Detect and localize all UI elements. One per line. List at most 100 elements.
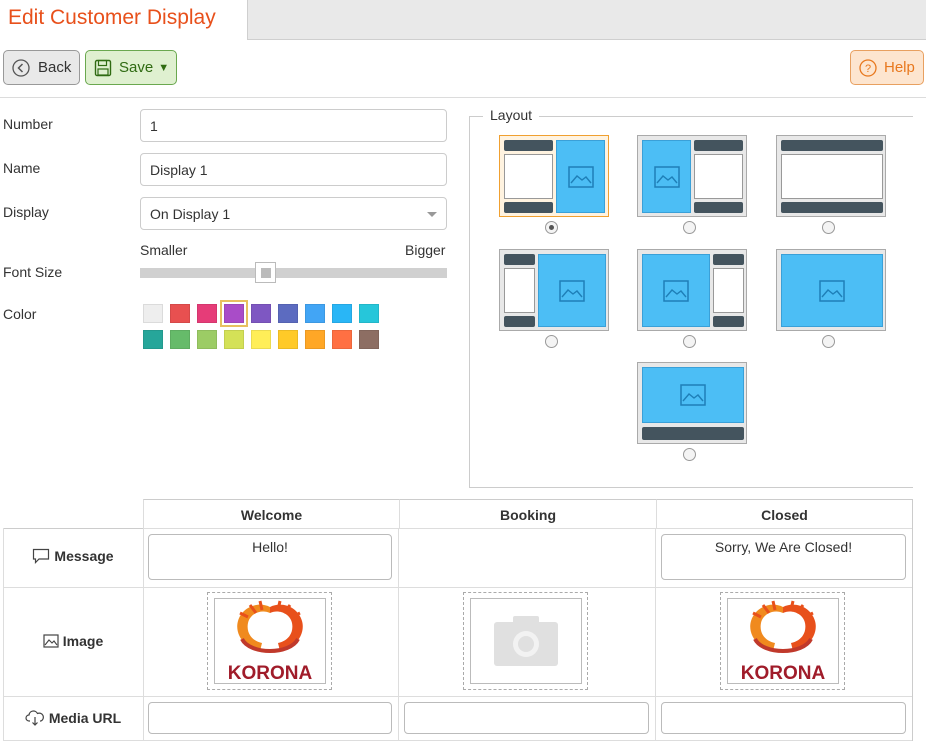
media-url-input-booking[interactable] xyxy=(404,702,649,734)
image-drop-welcome[interactable]: KORONA xyxy=(207,592,332,690)
color-swatch[interactable] xyxy=(251,304,271,323)
number-label: Number xyxy=(3,116,53,132)
image-drop-closed[interactable]: KORONA xyxy=(720,592,845,690)
save-label: Save xyxy=(119,59,154,76)
bar-area xyxy=(713,316,744,327)
layout-option[interactable] xyxy=(499,249,609,331)
color-swatch[interactable] xyxy=(170,304,190,323)
layout-option[interactable] xyxy=(499,135,609,217)
column-header-booking: Booking xyxy=(399,499,656,529)
question-circle-icon: ? xyxy=(859,58,877,77)
media-area xyxy=(556,140,605,213)
layout-radio[interactable] xyxy=(683,335,696,348)
color-swatch[interactable] xyxy=(305,304,325,323)
number-input[interactable]: 1 xyxy=(140,109,447,142)
picture-icon xyxy=(653,165,680,188)
color-swatch[interactable] xyxy=(359,330,379,349)
message-input-closed[interactable]: Sorry, We Are Closed! xyxy=(661,534,906,580)
media-url-input-welcome[interactable] xyxy=(148,702,392,734)
column-header-welcome: Welcome xyxy=(143,499,399,529)
media-area xyxy=(642,254,710,327)
korona-logo: KORONA xyxy=(214,598,326,684)
bar-area xyxy=(713,254,744,265)
text-area xyxy=(713,268,744,313)
media-area xyxy=(642,140,691,213)
name-input[interactable]: Display 1 xyxy=(140,153,447,186)
layout-radio[interactable] xyxy=(822,335,835,348)
cloud-download-icon xyxy=(25,710,45,726)
bar-area xyxy=(642,427,744,440)
color-swatch[interactable] xyxy=(220,300,248,327)
layout-option[interactable] xyxy=(637,362,747,444)
bar-area xyxy=(694,202,743,213)
color-label: Color xyxy=(3,306,37,322)
svg-text:KORONA: KORONA xyxy=(228,663,313,683)
color-swatch[interactable] xyxy=(197,304,217,323)
layout-option[interactable] xyxy=(637,135,747,217)
layout-radio[interactable] xyxy=(822,221,835,234)
color-swatch[interactable] xyxy=(224,330,244,349)
chevron-down-icon[interactable]: ▼ xyxy=(158,62,169,74)
dropdown-arrow-icon xyxy=(427,212,437,217)
color-swatch[interactable] xyxy=(305,330,325,349)
color-swatch[interactable] xyxy=(278,330,298,349)
save-button[interactable]: Save ▼ xyxy=(85,50,177,85)
color-swatch[interactable] xyxy=(197,330,217,349)
color-swatch[interactable] xyxy=(143,304,163,323)
svg-text:KORONA: KORONA xyxy=(741,663,826,683)
media-url-input-closed[interactable] xyxy=(661,702,906,734)
text-area xyxy=(504,154,553,199)
back-button[interactable]: Back xyxy=(3,50,80,85)
bar-area xyxy=(504,316,535,327)
color-swatch[interactable] xyxy=(278,304,298,323)
picture-icon xyxy=(559,279,585,302)
layout-radio[interactable] xyxy=(683,221,696,234)
display-select[interactable]: On Display 1 xyxy=(140,197,447,230)
media-area xyxy=(538,254,606,327)
help-button[interactable]: ? Help xyxy=(850,50,924,85)
help-label: Help xyxy=(884,59,915,76)
picture-icon xyxy=(680,384,706,406)
color-swatch[interactable] xyxy=(332,330,352,349)
color-swatch[interactable] xyxy=(143,330,163,349)
bar-area xyxy=(504,140,553,151)
message-input-welcome[interactable]: Hello! xyxy=(148,534,392,580)
bar-area xyxy=(781,140,883,151)
svg-text:?: ? xyxy=(865,63,871,75)
layout-radio[interactable] xyxy=(545,335,558,348)
media-area xyxy=(642,367,744,423)
row-label-media-url: Media URL xyxy=(3,702,143,734)
tab-edit-customer-display[interactable]: Edit Customer Display xyxy=(0,0,248,40)
color-swatch[interactable] xyxy=(170,330,190,349)
speech-bubble-icon xyxy=(32,548,50,564)
layout-option[interactable] xyxy=(776,135,886,217)
layout-option[interactable] xyxy=(637,249,747,331)
back-label: Back xyxy=(38,59,72,76)
text-area xyxy=(504,268,535,313)
media-area xyxy=(781,254,883,327)
image-drop-booking[interactable] xyxy=(463,592,588,690)
text-area xyxy=(694,154,743,199)
camera-placeholder-icon xyxy=(470,598,582,684)
layout-title: Layout xyxy=(490,107,533,123)
name-label: Name xyxy=(3,160,41,176)
color-swatch[interactable] xyxy=(251,330,271,349)
bar-area xyxy=(504,202,553,213)
toolbar-divider xyxy=(0,97,926,98)
layout-option[interactable] xyxy=(776,249,886,331)
text-area xyxy=(781,154,883,199)
layout-radio[interactable] xyxy=(683,448,696,461)
image-icon xyxy=(43,634,59,648)
bar-area xyxy=(781,202,883,213)
layout-radio[interactable] xyxy=(545,221,558,234)
back-arrow-icon xyxy=(12,58,30,77)
row-label-message: Message xyxy=(3,540,143,572)
floppy-disk-icon xyxy=(94,59,112,77)
picture-icon xyxy=(819,279,845,302)
font-size-slider-thumb[interactable] xyxy=(255,262,276,283)
font-smaller-label: Smaller xyxy=(140,242,188,258)
font-bigger-label: Bigger xyxy=(405,242,446,258)
color-swatch[interactable] xyxy=(332,304,352,323)
color-swatch[interactable] xyxy=(359,304,379,323)
font-size-slider-track[interactable] xyxy=(140,268,447,278)
